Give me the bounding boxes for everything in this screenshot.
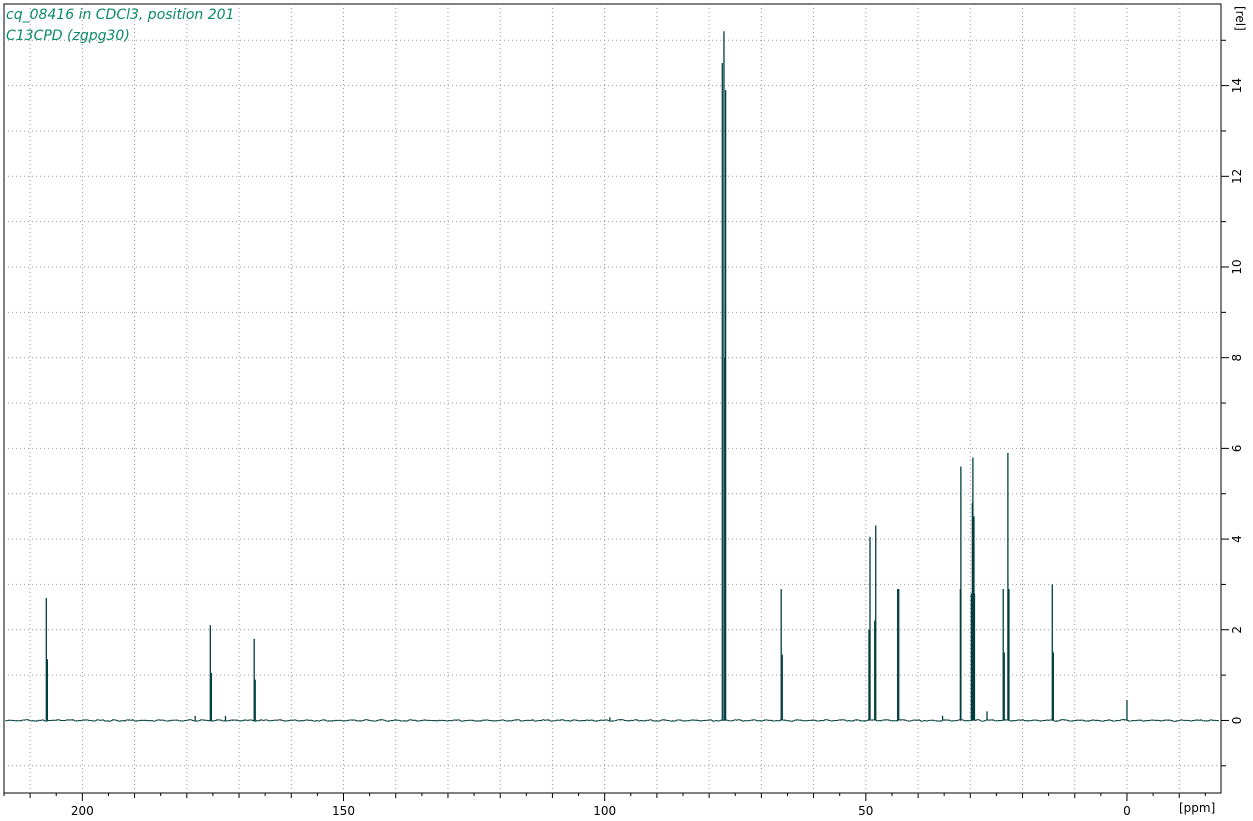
x-tick-label: 100 xyxy=(593,804,616,818)
chart-subtitle: C13CPD (zgpg30) xyxy=(6,28,130,44)
grid-lines xyxy=(4,4,1221,793)
x-tick-label: 150 xyxy=(332,804,355,818)
y-tick-label: 0 xyxy=(1230,717,1244,725)
y-tick-label: 8 xyxy=(1230,354,1244,362)
y-tick-label: 14 xyxy=(1230,78,1244,93)
y-tick-label: 2 xyxy=(1230,626,1244,634)
x-tick-label: 50 xyxy=(858,804,873,818)
y-tick-label: 12 xyxy=(1230,169,1244,184)
y-tick-label: 10 xyxy=(1230,259,1244,274)
axis-ticks: 200 150 100 50 0 0 2 4 6 8 10 12 14 xyxy=(3,39,1244,818)
x-tick-label: 200 xyxy=(71,804,94,818)
y-tick-label: 4 xyxy=(1230,535,1244,543)
nmr-spectrum-chart: 200 150 100 50 0 0 2 4 6 8 10 12 14 xyxy=(3,3,1244,818)
y-tick-label: 6 xyxy=(1230,445,1244,453)
x-tick-label: 0 xyxy=(1123,804,1131,818)
x-axis-label: [ppm] xyxy=(1179,801,1216,815)
chart-title: cq_08416 in CDCl3, position 201 xyxy=(6,7,235,23)
y-axis-label: [rel] xyxy=(1233,6,1247,31)
